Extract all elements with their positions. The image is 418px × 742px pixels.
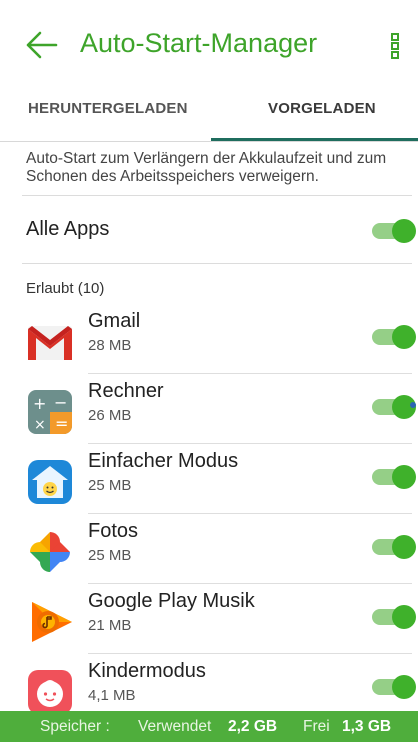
storage-footer: Speicher : Verwendet 2,2 GB Frei 1,3 GB <box>0 711 418 742</box>
tab-heruntergeladen[interactable]: HERUNTERGELADEN <box>28 100 188 117</box>
svg-text:+: + <box>33 394 46 413</box>
app-size: 4,1 MB <box>88 687 136 704</box>
page-title: Auto-Start-Manager <box>80 28 318 58</box>
back-arrow-icon[interactable] <box>24 30 58 60</box>
scroll-indicator-dot <box>410 402 416 408</box>
tab-vorgeladen[interactable]: VORGELADEN <box>268 100 376 117</box>
list-item-gmail[interactable]: Gmail 28 MB <box>0 306 418 376</box>
all-apps-toggle[interactable] <box>372 219 416 243</box>
app-size: 25 MB <box>88 547 132 564</box>
easy-mode-icon <box>28 460 72 504</box>
toggle-knob <box>392 675 416 699</box>
more-options-icon[interactable] <box>388 32 402 60</box>
app-name: Rechner <box>88 380 164 402</box>
toggle-knob <box>392 219 416 243</box>
storage-free-value: 1,3 GB <box>342 718 392 735</box>
calculator-icon: + − × = <box>28 390 72 434</box>
section-header-allowed: Erlaubt (10) <box>26 280 105 297</box>
app-toggle[interactable] <box>372 535 416 559</box>
divider <box>22 195 412 196</box>
app-toggle[interactable] <box>372 395 416 419</box>
divider <box>88 443 412 444</box>
storage-used-value: 2,2 GB <box>228 718 278 735</box>
play-music-icon <box>32 602 72 642</box>
app-size: 28 MB <box>88 337 132 354</box>
app-toggle[interactable] <box>372 325 416 349</box>
app-toggle[interactable] <box>372 605 416 629</box>
photos-pinwheel-icon <box>30 532 70 572</box>
divider <box>88 583 412 584</box>
tab-bar: HERUNTERGELADEN VORGELADEN <box>0 90 418 142</box>
divider <box>88 373 412 374</box>
toggle-knob <box>392 325 416 349</box>
description-text: Auto-Start zum Verlängern der Akkulaufze… <box>26 150 387 185</box>
app-name: Gmail <box>88 310 141 332</box>
toggle-knob <box>392 465 416 489</box>
storage-used-label: Verwendet <box>138 718 212 735</box>
kids-mode-icon <box>28 670 72 714</box>
list-item-google-play-musik[interactable]: Google Play Musik 21 MB <box>0 586 418 656</box>
app-size: 26 MB <box>88 407 132 424</box>
app-bar: Auto-Start-Manager <box>0 0 418 90</box>
list-item-rechner[interactable]: + − × = Rechner 26 MB <box>0 376 418 446</box>
app-size: 21 MB <box>88 617 132 634</box>
all-apps-label: Alle Apps <box>26 218 110 240</box>
svg-text:×: × <box>34 417 46 433</box>
tab-divider <box>0 141 418 142</box>
app-toggle[interactable] <box>372 675 416 699</box>
svg-text:=: = <box>55 414 68 433</box>
divider <box>88 653 412 654</box>
app-name: Einfacher Modus <box>88 450 239 472</box>
svg-text:−: − <box>54 393 67 412</box>
list-item-fotos[interactable]: Fotos 25 MB <box>0 516 418 586</box>
gmail-icon <box>28 326 72 360</box>
toggle-knob <box>392 535 416 559</box>
app-name: Google Play Musik <box>88 590 255 612</box>
app-size: 25 MB <box>88 477 132 494</box>
storage-free-label: Frei <box>303 718 330 735</box>
app-name: Fotos <box>88 520 139 542</box>
list-item-einfacher-modus[interactable]: Einfacher Modus 25 MB <box>0 446 418 516</box>
toggle-knob <box>392 605 416 629</box>
app-toggle[interactable] <box>372 465 416 489</box>
divider <box>22 263 412 264</box>
storage-label: Speicher : <box>40 718 110 735</box>
app-name: Kindermodus <box>88 660 206 682</box>
tab-selected-indicator <box>211 138 418 141</box>
divider <box>88 513 412 514</box>
